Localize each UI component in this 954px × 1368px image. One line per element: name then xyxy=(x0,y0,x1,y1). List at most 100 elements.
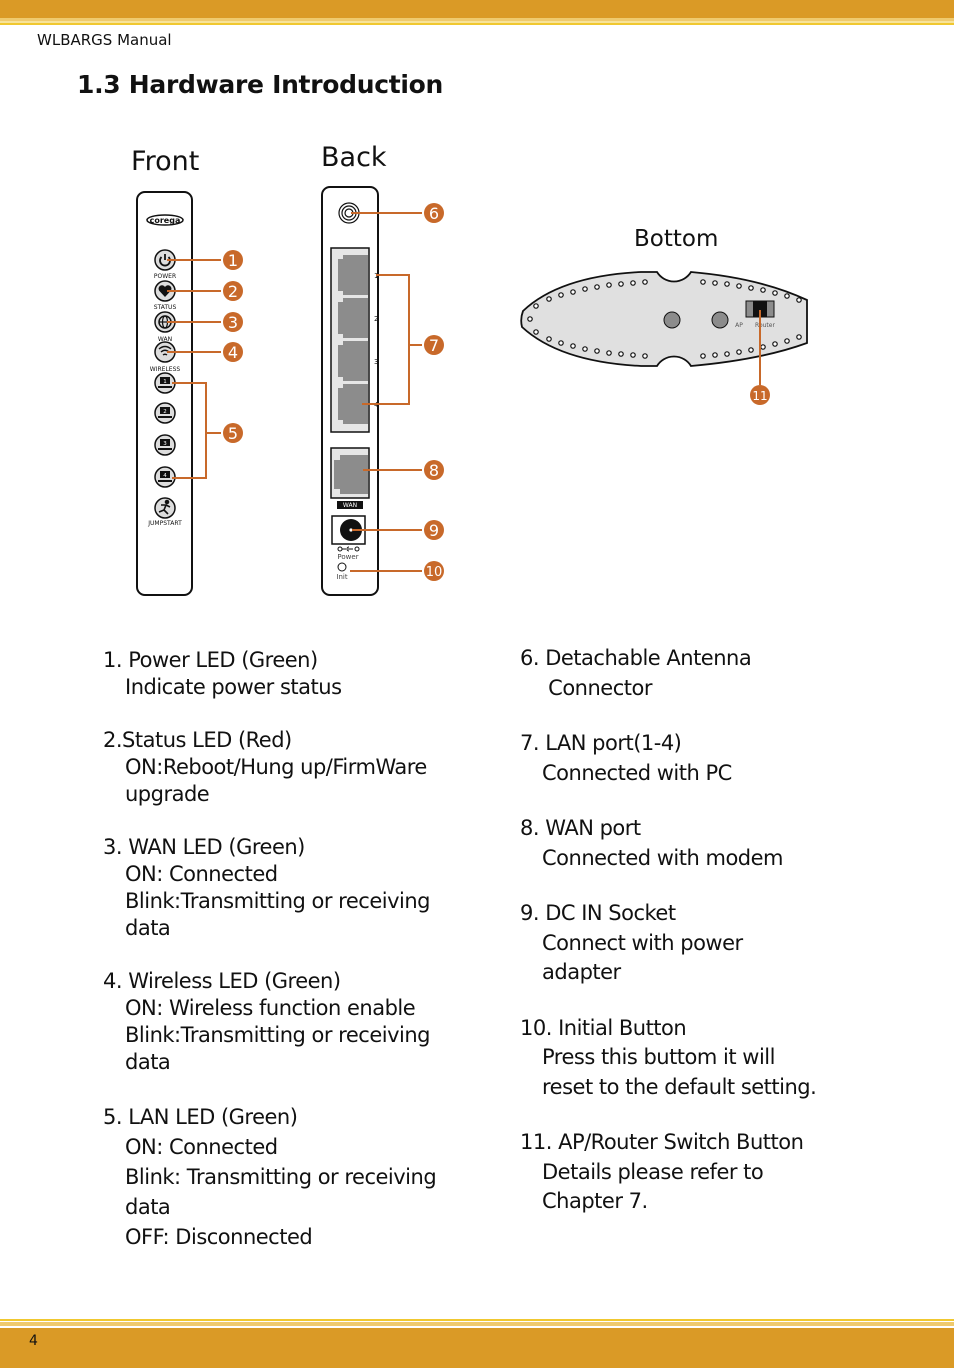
bottom-panel: AP Router 11 xyxy=(520,271,808,405)
vent-hole xyxy=(606,350,612,356)
vent-hole xyxy=(606,282,612,288)
vent-hole xyxy=(630,280,636,286)
item-title: 6. Detachable Antenna xyxy=(520,646,752,670)
description-item: 8. WAN port Connected with modem xyxy=(520,814,816,873)
item-title: 8. WAN port xyxy=(520,816,641,840)
power-led: POWER xyxy=(154,249,176,280)
lan-led-3: 3 xyxy=(154,434,176,456)
item-line: adapter xyxy=(542,960,621,984)
svg-text:11: 11 xyxy=(752,389,767,403)
svg-text:4: 4 xyxy=(163,473,167,479)
vent-hole xyxy=(618,351,624,357)
item-line: Details please refer to xyxy=(542,1159,764,1184)
svg-text:8: 8 xyxy=(429,461,439,480)
description-item: 1. Power LED (Green) Indicate power stat… xyxy=(103,647,436,701)
vent-hole xyxy=(618,281,624,287)
vent-hole xyxy=(736,283,742,289)
item-line: Chapter 7. xyxy=(542,1189,648,1213)
description-item: 9. DC IN Socket Connect with power adapt… xyxy=(520,899,816,988)
description-item: 2.Status LED (Red) ON:Reboot/Hung up/Fir… xyxy=(103,727,436,808)
svg-text:3: 3 xyxy=(228,313,238,332)
svg-text:5: 5 xyxy=(228,424,238,443)
item-title: 10. Initial Button xyxy=(520,1015,687,1040)
description-item: 3. WAN LED (Green) ON: Connected Blink:T… xyxy=(103,834,436,942)
svg-text:10: 10 xyxy=(426,565,443,580)
page-number: 4 xyxy=(29,1333,38,1349)
vent-hole xyxy=(642,279,648,285)
item-title: 4. Wireless LED (Green) xyxy=(103,969,341,993)
vent-hole xyxy=(594,348,600,354)
brand-text: corega xyxy=(150,216,181,225)
item-title: 7. LAN port(1-4) xyxy=(520,731,682,755)
vent-hole xyxy=(760,287,766,293)
item-line: Connected with modem xyxy=(542,845,784,870)
vent-hole xyxy=(784,293,790,299)
item-line: OFF: Disconnected xyxy=(125,1225,313,1249)
callout-7: 7 xyxy=(424,335,444,355)
svg-text:9: 9 xyxy=(429,521,439,540)
item-line: data xyxy=(125,1050,171,1074)
vent-hole xyxy=(642,353,648,359)
item-line: Press this buttom it will xyxy=(542,1045,775,1069)
svg-text:1: 1 xyxy=(163,379,167,385)
item-title: 9. DC IN Socket xyxy=(520,901,676,925)
vent-hole xyxy=(546,296,552,302)
vent-hole xyxy=(712,280,718,286)
item-line: data xyxy=(125,916,171,940)
item-line: Connector xyxy=(542,675,652,700)
svg-text:7: 7 xyxy=(429,336,439,355)
description-item: 5. LAN LED (Green) ON: Connected Blink: … xyxy=(103,1102,437,1252)
corega-logo: corega xyxy=(146,214,184,226)
callout-2: 2 xyxy=(223,281,243,301)
vent-hole xyxy=(533,329,539,335)
callout-5: 5 xyxy=(223,423,243,443)
vent-hole xyxy=(724,351,730,357)
item-line: Connect with power xyxy=(542,930,743,955)
description-item: 4. Wireless LED (Green) ON: Wireless fun… xyxy=(103,968,436,1076)
item-line: upgrade xyxy=(125,782,210,806)
led-label-status: STATUS xyxy=(154,304,177,311)
callout-6: 6 xyxy=(424,203,444,223)
led-label-power: POWER xyxy=(154,273,176,280)
vent-hole xyxy=(582,286,588,292)
vent-hole xyxy=(558,340,564,346)
init-label: Init xyxy=(336,573,347,581)
vent-hole xyxy=(570,343,576,349)
callout-10: 10 xyxy=(424,561,444,581)
vent-hole xyxy=(546,336,552,342)
item-line: data xyxy=(125,1195,171,1219)
description-item: 6. Detachable Antenna Connector xyxy=(520,644,816,703)
vent-hole xyxy=(796,334,802,340)
vent-hole xyxy=(736,349,742,355)
vent-hole xyxy=(630,352,636,358)
callout-9: 9 xyxy=(424,520,444,540)
footer-stripe xyxy=(0,1322,954,1326)
vent-hole xyxy=(570,289,576,295)
vent-hole xyxy=(582,346,588,352)
switch-label-ap: AP xyxy=(735,322,743,329)
callout-4: 4 xyxy=(223,342,243,362)
item-line: ON: Wireless function enable xyxy=(125,996,416,1020)
vent-hole xyxy=(594,284,600,290)
vent-hole xyxy=(712,352,718,358)
vent-hole xyxy=(724,281,730,287)
switch-label-router: Router xyxy=(755,322,775,329)
svg-text:6: 6 xyxy=(429,204,439,223)
back-panel: 1 2 3 4 WAN Power Init 6 7 8 9 10 xyxy=(321,186,444,596)
vent-hole xyxy=(558,292,564,298)
item-title: 3. WAN LED (Green) xyxy=(103,835,305,859)
svg-text:4: 4 xyxy=(228,343,238,362)
vent-hole xyxy=(700,353,706,359)
vent-hole xyxy=(784,338,790,344)
footer-stripe xyxy=(0,1319,954,1321)
item-line: ON: Connected xyxy=(125,1135,278,1159)
power-label: Power xyxy=(337,553,358,561)
footer-band xyxy=(0,1328,954,1368)
description-item: 11. AP/Router Switch Button Details plea… xyxy=(520,1128,816,1217)
item-title: 5. LAN LED (Green) xyxy=(103,1105,298,1129)
vent-hole xyxy=(772,341,778,347)
item-title: 11. AP/Router Switch Button xyxy=(520,1130,804,1154)
item-line: ON: Connected xyxy=(125,862,278,886)
item-title: 1. Power LED (Green) xyxy=(103,648,318,672)
svg-text:1: 1 xyxy=(228,251,238,270)
